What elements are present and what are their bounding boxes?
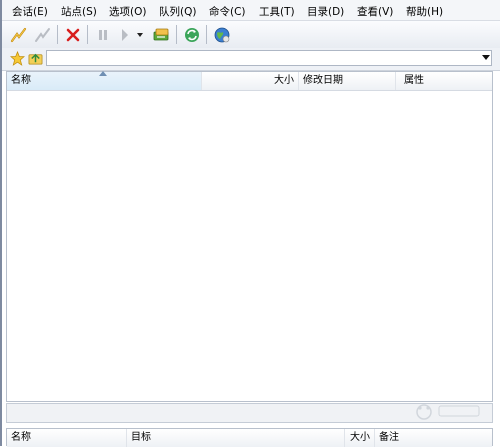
queue-column-notes[interactable]: 备注 — [375, 429, 492, 447]
address-input[interactable] — [46, 50, 492, 66]
status-bar — [6, 403, 493, 423]
menu-options[interactable]: 选项(O) — [109, 4, 146, 19]
menu-queue[interactable]: 队列(Q) — [159, 4, 196, 19]
parent-folder-icon[interactable] — [28, 51, 43, 66]
column-name[interactable]: 名称 — [7, 71, 202, 90]
connect-button[interactable] — [8, 24, 29, 45]
queue-column-size-label: 大小 — [350, 432, 370, 443]
transfer-queue[interactable]: 名称 目标 大小 备注 — [6, 428, 493, 447]
menu-directory[interactable]: 目录(D) — [307, 4, 344, 19]
file-list-header: 名称 大小 修改日期 属性 — [7, 71, 492, 91]
column-size-label: 大小 — [274, 75, 294, 86]
menu-view[interactable]: 查看(V) — [357, 4, 393, 19]
globe-icon — [214, 27, 229, 42]
transfer-queue-icon — [153, 28, 168, 40]
column-attributes[interactable]: 属性 — [396, 72, 492, 90]
refresh-button[interactable] — [181, 24, 202, 45]
queue-column-size[interactable]: 大小 — [345, 429, 375, 447]
transfer-icon — [121, 28, 128, 41]
menu-session[interactable]: 会话(E) — [12, 4, 48, 19]
column-attributes-label: 属性 — [404, 75, 424, 86]
menu-help[interactable]: 帮助(H) — [406, 4, 443, 19]
disconnect-button[interactable] — [32, 24, 53, 45]
queue-column-name-label: 名称 — [11, 432, 31, 443]
column-name-label: 名称 — [11, 75, 31, 86]
pause-button[interactable] — [92, 24, 113, 45]
column-modified[interactable]: 修改日期 — [299, 72, 396, 90]
queue-header: 名称 目标 大小 备注 — [7, 429, 492, 447]
toolbar-separator — [57, 25, 58, 44]
transfer-dropdown-button[interactable] — [134, 24, 146, 45]
pause-icon — [98, 29, 107, 40]
toolbar-separator — [87, 25, 88, 44]
globe-button[interactable] — [211, 24, 232, 45]
toolbar-separator — [176, 25, 177, 44]
queue-column-name[interactable]: 名称 — [7, 429, 127, 447]
favorites-star-icon[interactable] — [10, 51, 25, 66]
address-dropdown-icon[interactable] — [482, 55, 490, 61]
toolbar-separator — [206, 25, 207, 44]
queue-column-target[interactable]: 目标 — [127, 429, 345, 447]
column-size[interactable]: 大小 — [202, 72, 299, 90]
connect-icon — [10, 27, 26, 42]
address-bar — [2, 48, 500, 71]
column-modified-label: 修改日期 — [303, 75, 343, 86]
file-list[interactable]: 名称 大小 修改日期 属性 — [6, 71, 493, 402]
queue-column-target-label: 目标 — [131, 432, 151, 443]
transfer-button[interactable] — [114, 24, 135, 45]
menu-commands[interactable]: 命令(C) — [209, 4, 246, 19]
menu-tools[interactable]: 工具(T) — [259, 4, 295, 19]
sort-ascending-icon — [99, 71, 107, 76]
menu-bar: 会话(E) 站点(S) 选项(O) 队列(Q) 命令(C) 工具(T) 目录(D… — [2, 0, 500, 21]
refresh-icon — [184, 27, 199, 42]
stop-button[interactable] — [62, 24, 83, 45]
queue-column-notes-label: 备注 — [379, 432, 399, 443]
transfer-queue-button[interactable] — [150, 24, 171, 45]
menu-sites[interactable]: 站点(S) — [61, 4, 97, 19]
disconnect-icon — [34, 27, 50, 42]
toolbar — [2, 21, 500, 49]
dropdown-icon — [137, 32, 143, 37]
stop-icon — [66, 28, 79, 41]
